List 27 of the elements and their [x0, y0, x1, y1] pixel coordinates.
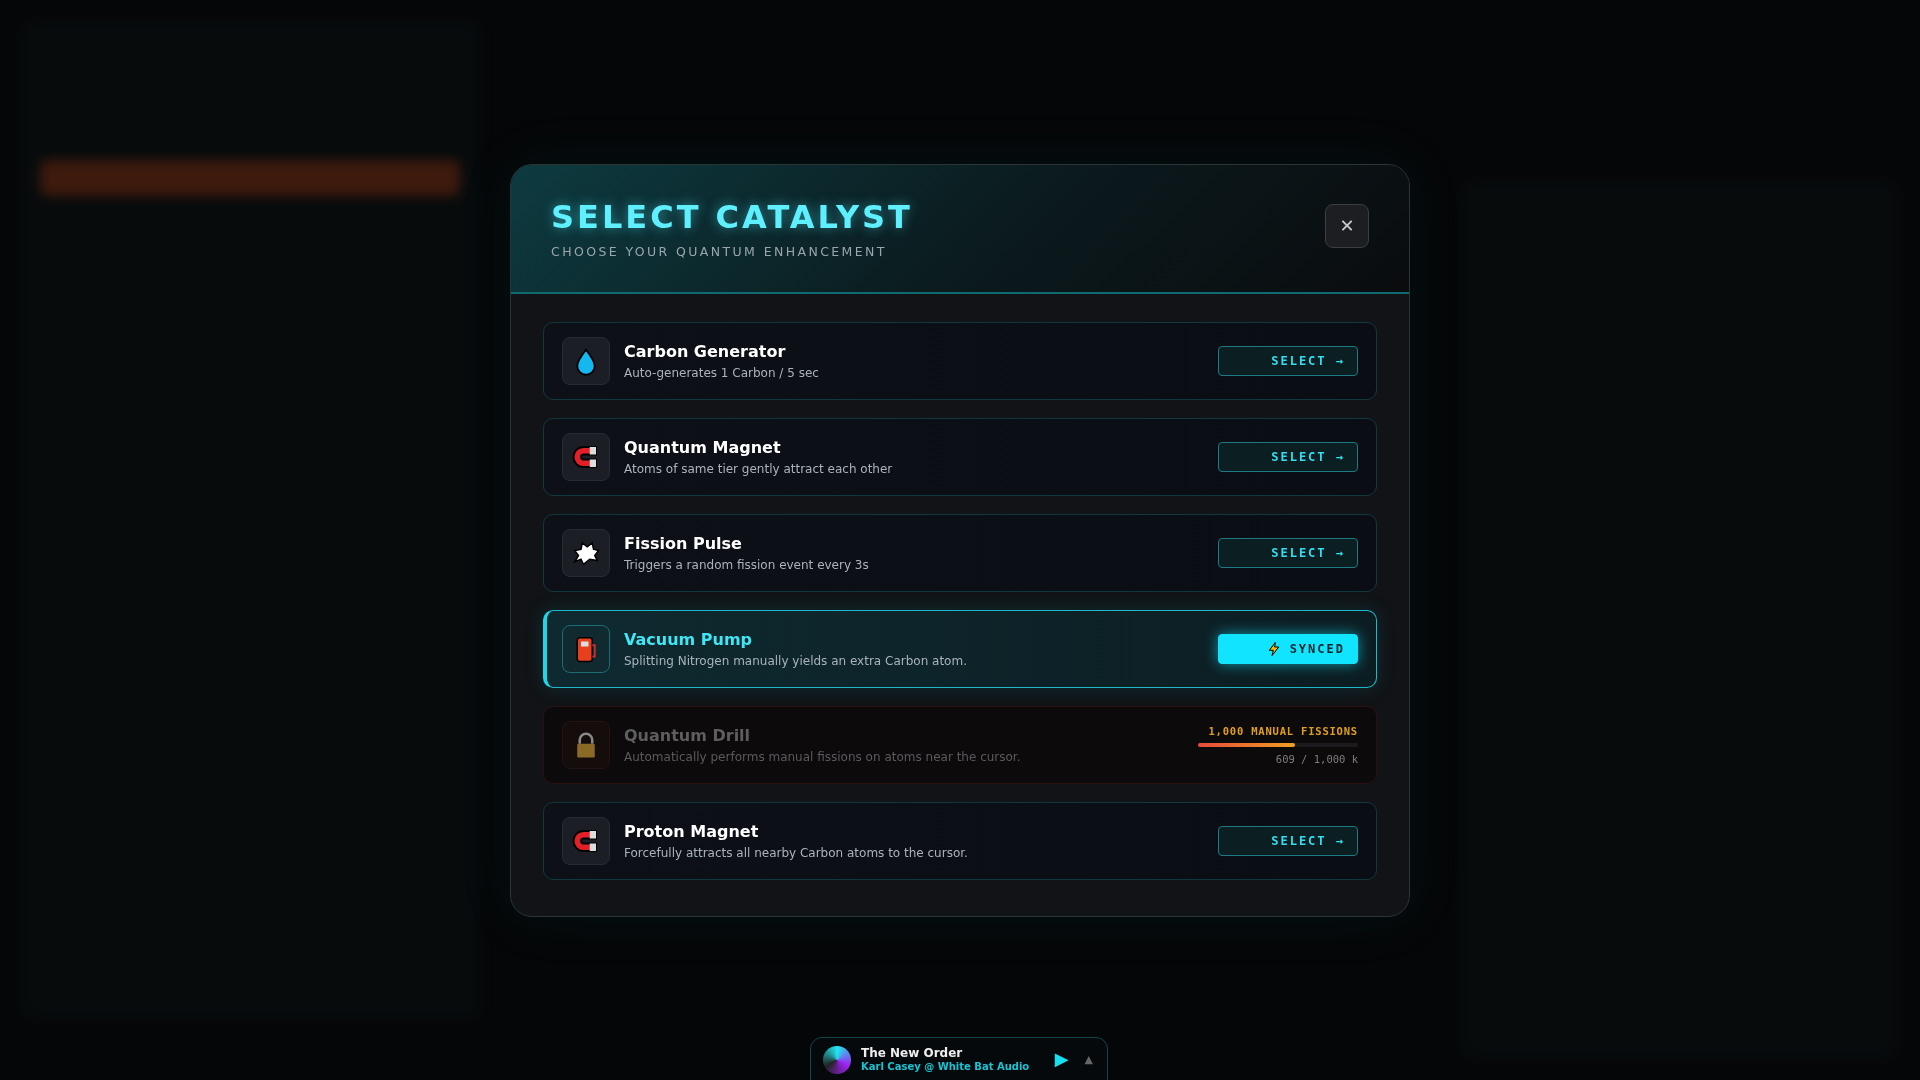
select-button[interactable]: SELECT → — [1218, 346, 1358, 376]
dialog-subtitle: CHOOSE YOUR QUANTUM ENHANCEMENT — [551, 244, 888, 259]
select-button[interactable]: SELECT → — [1218, 826, 1358, 856]
catalyst-description: Splitting Nitrogen manually yields an extra Carbon atom. — [624, 654, 968, 668]
dialog-title: SELECT CATALYST — [551, 198, 913, 236]
close-button[interactable]: ✕ — [1325, 203, 1369, 248]
catalyst-name: Quantum Drill — [624, 726, 752, 745]
catalyst-name: Proton Magnet — [624, 822, 760, 841]
select-button[interactable]: SELECT → — [1218, 442, 1358, 472]
catalyst-description: Forcefully attracts all nearby Carbon atoms to the cursor. — [624, 846, 969, 860]
catalyst-name: Fission Pulse — [624, 534, 743, 553]
select-button[interactable]: SELECT → — [1218, 538, 1358, 568]
catalyst-description: Auto-generates 1 Carbon / 5 sec — [624, 366, 820, 380]
requirement-label: 1,000 MANUAL FISSIONS — [1208, 725, 1358, 737]
catalyst-name: Quantum Magnet — [624, 438, 782, 457]
progress-reading: 609 / 1,000 k — [1275, 753, 1358, 765]
catalyst-description: Atoms of same tier gently attract each other — [624, 462, 894, 476]
synced-button[interactable]: SYNCED — [1218, 634, 1358, 664]
catalyst-name: Vacuum Pump — [624, 630, 754, 649]
catalyst-description: Triggers a random fission event every 3s — [624, 558, 870, 572]
track-artist: Karl Casey @ White Bat Audio — [861, 1061, 1031, 1072]
lightning-icon — [1265, 641, 1282, 657]
catalyst-name: Carbon Generator — [624, 342, 787, 361]
track-title: The New Order — [861, 1046, 964, 1060]
catalyst-description: Automatically performs manual fissions on atoms near the cursor. — [624, 750, 1022, 764]
play-button[interactable]: ▶ — [1054, 1048, 1069, 1069]
album-art-icon — [823, 1046, 851, 1074]
